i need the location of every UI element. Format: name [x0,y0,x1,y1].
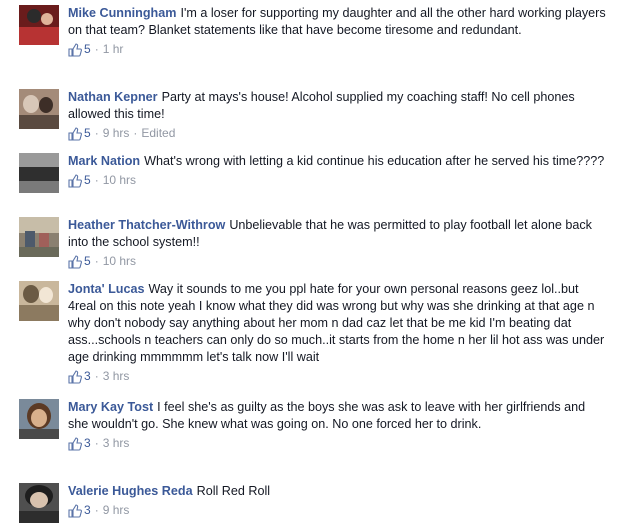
comment-feed: Mike Cunningham I'm a loser for supportin… [0,0,620,531]
thumbs-up-icon[interactable] [68,436,82,451]
comment-meta: 5 · 10 hrs [68,172,608,189]
comment-timestamp[interactable]: 9 hrs [103,502,130,519]
like-count[interactable]: 5 [84,125,91,142]
separator: · [133,126,138,140]
comment-timestamp[interactable]: 3 hrs [103,368,130,385]
avatar[interactable] [19,89,59,129]
thumbs-up-icon[interactable] [68,173,82,188]
thumbs-up-icon[interactable] [68,126,82,141]
comment-author[interactable]: Mary Kay Tost [68,400,153,414]
comment-meta: 5 · 10 hrs [68,253,608,270]
separator: · [94,254,99,268]
avatar[interactable] [19,399,59,439]
comment-meta: 3 · 3 hrs [68,368,608,385]
comment-author[interactable]: Heather Thatcher-Withrow [68,218,225,232]
avatar[interactable] [19,217,59,257]
comment-text: What's wrong with letting a kid continue… [144,154,605,168]
thumbs-up-icon[interactable] [68,503,82,518]
thumbs-up-icon[interactable] [68,369,82,384]
separator: · [94,503,99,517]
like-count[interactable]: 5 [84,41,91,58]
separator: · [94,126,99,140]
avatar[interactable] [19,281,59,321]
separator: · [94,42,99,56]
comment-text: Roll Red Roll [196,484,271,498]
separator: · [94,369,99,383]
like-count[interactable]: 3 [84,368,91,385]
comment-text: Way it sounds to me you ppl hate for you… [68,282,605,364]
comment-meta: 3 · 9 hrs [68,502,608,519]
comment-meta: 5 · 1 hr [68,41,608,58]
thumbs-up-icon[interactable] [68,254,82,269]
separator: · [94,436,99,450]
edited-label[interactable]: Edited [141,125,175,142]
comment-author[interactable]: Valerie Hughes Reda [68,484,193,498]
avatar[interactable] [19,153,59,193]
comment-timestamp[interactable]: 9 hrs [103,125,130,142]
comment-timestamp[interactable]: 3 hrs [103,435,130,452]
comment-author[interactable]: Jonta' Lucas [68,282,144,296]
thumbs-up-icon[interactable] [68,42,82,57]
comment-timestamp[interactable]: 1 hr [103,41,124,58]
comment-timestamp[interactable]: 10 hrs [103,172,136,189]
comment-author[interactable]: Mark Nation [68,154,140,168]
avatar[interactable] [19,483,59,523]
avatar[interactable] [19,5,59,45]
like-count[interactable]: 3 [84,502,91,519]
comment-meta: 3 · 3 hrs [68,435,608,452]
like-count[interactable]: 5 [84,172,91,189]
like-count[interactable]: 5 [84,253,91,270]
comment-author[interactable]: Nathan Kepner [68,90,158,104]
comment-timestamp[interactable]: 10 hrs [103,253,136,270]
comment-meta: 5 · 9 hrs · Edited [68,125,608,142]
separator: · [94,173,99,187]
comment-author[interactable]: Mike Cunningham [68,6,176,20]
like-count[interactable]: 3 [84,435,91,452]
